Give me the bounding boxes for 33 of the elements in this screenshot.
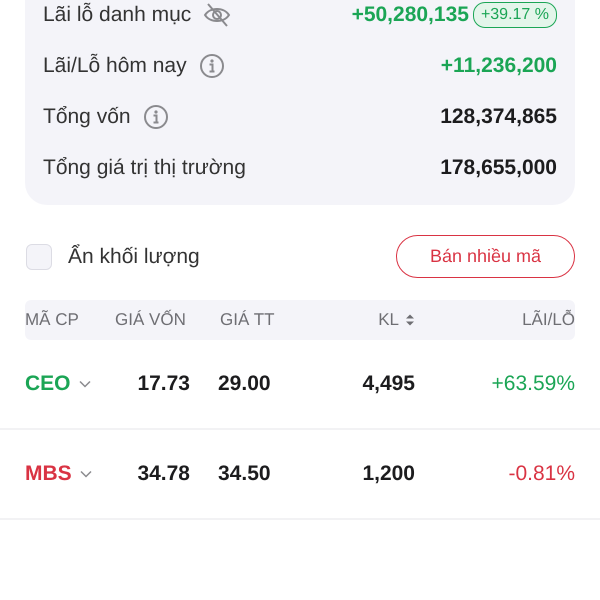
table-cell-text: 4,495 (361, 372, 415, 396)
stock-symbol[interactable]: MBS (25, 462, 72, 486)
column-header[interactable]: KL (305, 310, 415, 330)
column-header: LÃI/LỖ (521, 310, 575, 330)
stock-symbol[interactable]: CEO (25, 372, 71, 396)
summary-value: +50,280,135 (352, 2, 469, 26)
table-cell-text: 17.73 (136, 372, 191, 396)
table-cell-text: -0.81% (507, 462, 575, 486)
chevron-down-icon[interactable] (80, 470, 92, 478)
table-cell-text: 34.50 (217, 462, 272, 486)
sell-multiple-button[interactable]: Bán nhiều mã (396, 235, 575, 278)
table-cell-text: 29.00 (217, 372, 272, 396)
table-cell-text: +63.59% (490, 372, 575, 396)
summary-label: Tổng giá trị thị trường (43, 156, 246, 180)
info-icon[interactable] (142, 104, 169, 130)
summary-label: Tổng vốn (43, 104, 131, 128)
summary-value: 178,655,000 (440, 156, 557, 180)
sort-icon[interactable] (405, 313, 415, 327)
column-header: MÃ CP (25, 310, 80, 330)
chevron-down-icon[interactable] (78, 380, 91, 388)
eye-slash-icon[interactable] (203, 2, 232, 28)
percent-badge: +39.17 % (472, 2, 557, 28)
info-icon[interactable] (198, 52, 225, 78)
summary-value: 128,374,865 (440, 104, 557, 128)
summary-label: Lãi/Lỗ hôm nay (43, 54, 187, 78)
summary-value: +11,236,200 (440, 54, 557, 78)
checkbox[interactable] (26, 244, 52, 270)
summary-label: Lãi lỗ danh mục (43, 2, 192, 26)
table-cell-text: 34.78 (136, 462, 191, 486)
column-header: GIÁ TT (219, 310, 276, 330)
checkbox-label: Ẩn khối lượng (68, 244, 200, 268)
column-header: GIÁ VỐN (115, 310, 187, 330)
table-cell-text: 1,200 (361, 462, 415, 486)
